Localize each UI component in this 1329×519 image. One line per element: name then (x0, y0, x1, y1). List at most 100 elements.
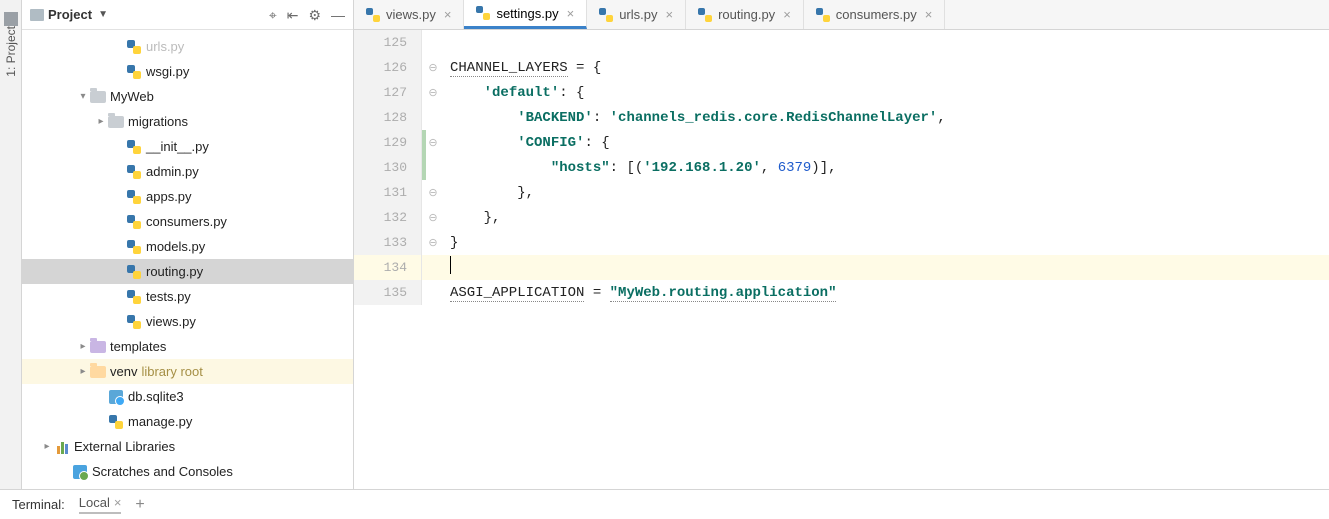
collapse-all-icon[interactable]: ⇤ (287, 8, 299, 22)
close-icon[interactable]: × (444, 7, 452, 22)
project-tree[interactable]: ▸urls.py▸wsgi.py▾MyWeb▸migrations▸__init… (22, 30, 353, 489)
editor-tab[interactable]: views.py × (354, 0, 464, 29)
code-line[interactable]: 127⊖ 'default': { (354, 80, 1329, 105)
expand-arrow-icon[interactable]: ▸ (40, 441, 54, 452)
code-line[interactable]: 134 (354, 255, 1329, 280)
project-dropdown-caret[interactable]: ▼ (98, 9, 108, 20)
tree-item-label: MyWeb (110, 89, 154, 104)
code-line[interactable]: 131⊖ }, (354, 180, 1329, 205)
tree-item[interactable]: ▸wsgi.py (22, 59, 353, 84)
code-line[interactable]: 126⊖CHANNEL_LAYERS = { (354, 55, 1329, 80)
expand-arrow-icon[interactable]: ▸ (76, 341, 90, 352)
editor-body[interactable]: 125126⊖CHANNEL_LAYERS = {127⊖ 'default':… (354, 30, 1329, 489)
tree-item[interactable]: ▸External Libraries (22, 434, 353, 459)
tree-item[interactable]: ▸venvlibrary root (22, 359, 353, 384)
tree-item[interactable]: ▸__init__.py (22, 134, 353, 159)
tree-item[interactable]: ▸urls.py (22, 34, 353, 59)
gear-icon[interactable]: ⚙ (308, 8, 321, 22)
minimize-icon[interactable]: — (331, 8, 345, 22)
close-icon[interactable]: × (783, 7, 791, 22)
tree-item-label: admin.py (146, 164, 199, 179)
tree-item-label: __init__.py (146, 139, 209, 154)
code-line[interactable]: 129⊖ 'CONFIG': { (354, 130, 1329, 155)
tree-item[interactable]: ▸apps.py (22, 184, 353, 209)
terminal-tab-local[interactable]: Local × (79, 495, 122, 514)
close-icon[interactable]: × (925, 7, 933, 22)
tree-item-label: apps.py (146, 189, 192, 204)
python-file-icon (366, 8, 380, 22)
code-line[interactable]: 132 ⊖ }, (354, 205, 1329, 230)
tree-item-label: db.sqlite3 (128, 389, 184, 404)
tree-item[interactable]: ▸ migrations (22, 109, 353, 134)
tree-item[interactable]: ▾ MyWeb (22, 84, 353, 109)
tree-item-label: tests.py (146, 289, 191, 304)
close-icon[interactable]: × (567, 6, 575, 21)
locate-icon[interactable]: ⌖ (269, 8, 277, 22)
tree-item-label: urls.py (146, 39, 184, 54)
expand-arrow-icon[interactable]: ▸ (76, 366, 90, 377)
close-icon[interactable]: × (114, 495, 122, 510)
python-file-icon (126, 139, 142, 155)
tree-item[interactable]: ▸db.sqlite3 (22, 384, 353, 409)
terminal-new-tab[interactable]: + (135, 496, 144, 514)
line-number: 127 (354, 80, 422, 105)
folder-icon (108, 114, 124, 130)
python-file-icon (126, 214, 142, 230)
line-number: 125 (354, 30, 422, 55)
editor-tab-label: views.py (386, 7, 436, 22)
python-file-icon (126, 239, 142, 255)
python-file-icon (126, 314, 142, 330)
line-number: 133 (354, 230, 422, 255)
code-line[interactable]: 128 'BACKEND': 'channels_redis.core.Redi… (354, 105, 1329, 130)
tree-item[interactable]: ▸tests.py (22, 284, 353, 309)
fold-toggle-icon[interactable]: ⊖ (426, 136, 440, 149)
editor-tab-label: settings.py (496, 6, 558, 21)
tree-item-label: Scratches and Consoles (92, 464, 233, 479)
python-file-icon (126, 164, 142, 180)
code-line[interactable]: 125 (354, 30, 1329, 55)
close-icon[interactable]: × (666, 7, 674, 22)
code-text: CHANNEL_LAYERS = { (440, 60, 601, 76)
tree-item-label: migrations (128, 114, 188, 129)
fold-toggle-icon[interactable]: ⊖ (426, 211, 440, 224)
tree-item[interactable]: ▸models.py (22, 234, 353, 259)
tree-item-label: venv (110, 364, 137, 379)
tree-item[interactable]: ▸admin.py (22, 159, 353, 184)
fold-toggle-icon[interactable]: ⊖ (426, 236, 440, 249)
editor-tab[interactable]: settings.py × (464, 0, 587, 29)
external-libraries-icon (54, 439, 70, 455)
tree-item-label: models.py (146, 239, 205, 254)
tree-item[interactable]: ▸routing.py (22, 259, 353, 284)
change-marker (422, 105, 426, 130)
tree-item-label: wsgi.py (146, 64, 189, 79)
tree-item[interactable]: ▸consumers.py (22, 209, 353, 234)
expand-arrow-icon[interactable]: ▸ (94, 116, 108, 127)
python-file-icon (126, 289, 142, 305)
code-line[interactable]: 133 ⊖} (354, 230, 1329, 255)
editor-tabs: views.py×settings.py×urls.py×routing.py×… (354, 0, 1329, 30)
tool-window-stripe[interactable]: 1: Project (0, 0, 22, 489)
fold-toggle-icon[interactable]: ⊖ (426, 61, 440, 74)
python-file-icon (599, 8, 613, 22)
tree-item[interactable]: ▸ templates (22, 334, 353, 359)
project-toolwin-label[interactable]: 1: Project (4, 26, 18, 77)
tree-item[interactable]: ▸Scratches and Consoles (22, 459, 353, 484)
code-line[interactable]: 130 "hosts": [('192.168.1.20', 6379)], (354, 155, 1329, 180)
fold-toggle-icon[interactable]: ⊖ (426, 86, 440, 99)
tree-item[interactable]: ▸manage.py (22, 409, 353, 434)
editor-tab[interactable]: urls.py× (587, 0, 686, 29)
code-text: "hosts": [('192.168.1.20', 6379)], (440, 160, 837, 176)
editor-tab[interactable]: routing.py× (686, 0, 804, 29)
code-text: } (440, 235, 458, 251)
tree-item[interactable]: ▸views.py (22, 309, 353, 334)
line-number: 132 (354, 205, 422, 230)
expand-arrow-icon[interactable]: ▾ (76, 91, 90, 102)
code-line[interactable]: 135ASGI_APPLICATION = "MyWeb.routing.app… (354, 280, 1329, 305)
code-text: }, (440, 210, 500, 226)
fold-toggle-icon[interactable]: ⊖ (426, 186, 440, 199)
terminal-label: Terminal: (12, 497, 65, 512)
tree-item-label: templates (110, 339, 166, 354)
project-title[interactable]: Project (48, 7, 92, 22)
python-file-icon (698, 8, 712, 22)
editor-tab[interactable]: consumers.py× (804, 0, 946, 29)
